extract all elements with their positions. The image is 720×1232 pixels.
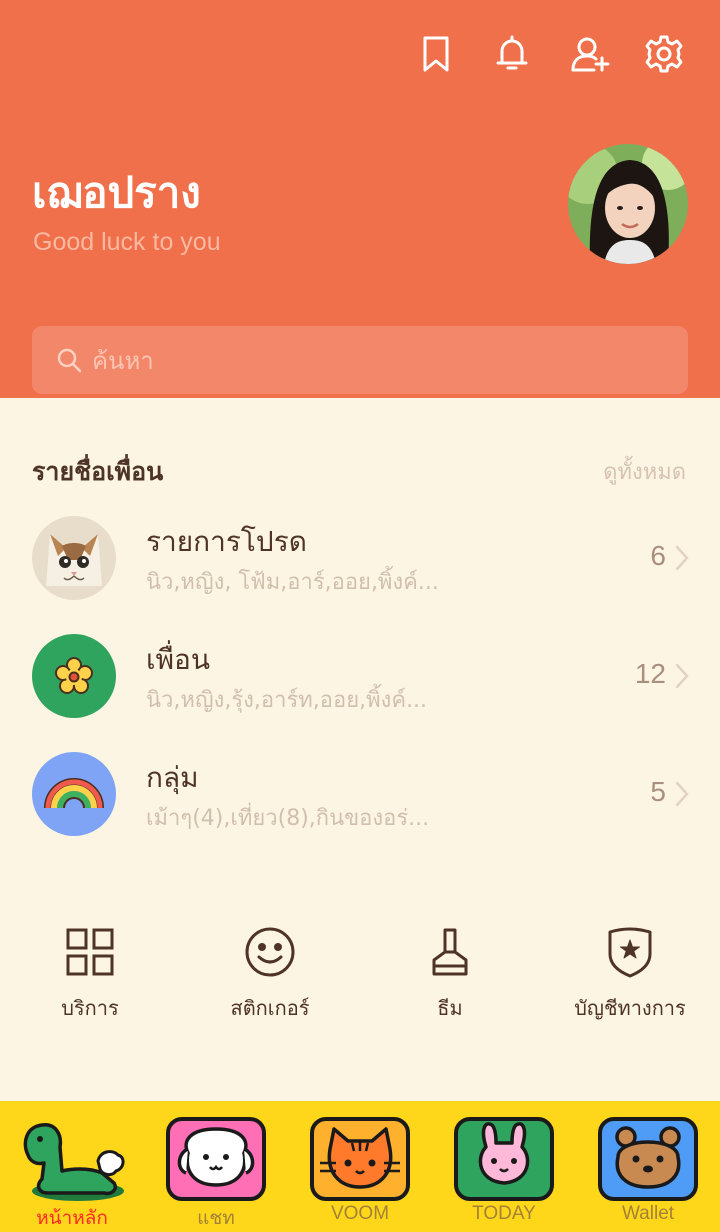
tab-wallet-label: Wallet <box>621 1203 675 1224</box>
list-item-title: กลุ่ม <box>146 761 199 794</box>
tab-chat[interactable]: แชท <box>144 1101 288 1232</box>
bear-icon <box>598 1117 698 1201</box>
tab-voom[interactable]: VOOM <box>288 1101 432 1232</box>
official-accounts-label: บัญชีทางการ <box>574 996 686 1020</box>
rainbow-icon <box>32 752 116 836</box>
list-item-title: รายการโปรด <box>146 525 307 558</box>
brush-icon <box>432 928 468 976</box>
profile-name[interactable]: เฌอปราง <box>32 160 201 226</box>
search-placeholder: ค้นหา <box>92 346 154 375</box>
tab-chat-label: แชท <box>197 1208 235 1229</box>
themes-button[interactable]: ธีม <box>360 924 540 1034</box>
list-item-subtitle: เม้าๆ(4),เที่ยว(8),กินของอร่... <box>146 806 430 831</box>
tab-wallet[interactable]: Wallet <box>576 1101 720 1232</box>
tab-today[interactable]: TODAY <box>432 1101 576 1232</box>
grid-icon <box>66 928 114 976</box>
list-item-subtitle: นิว,หญิง, โฟ้ม,อาร์,ออย,พิ้งค์... <box>146 570 439 595</box>
list-item-title: เพื่อน <box>146 643 210 676</box>
bunny-icon <box>454 1117 554 1201</box>
flower-icon <box>32 634 116 718</box>
official-badge-icon <box>608 927 652 978</box>
bookmark-icon[interactable] <box>414 32 458 76</box>
search-bar[interactable]: ค้นหา <box>32 326 688 394</box>
official-accounts-button[interactable]: บัญชีทางการ <box>540 924 720 1034</box>
services-label: บริการ <box>61 996 119 1020</box>
stickers-label: สติกเกอร์ <box>230 996 310 1020</box>
list-item-groups[interactable]: กลุ่ม เม้าๆ(4),เที่ยว(8),กินของอร่... 5 <box>0 752 720 852</box>
profile-status-message[interactable]: Good luck to you <box>33 228 221 257</box>
tab-today-label: TODAY <box>472 1203 536 1224</box>
tab-voom-label: VOOM <box>330 1203 390 1224</box>
tab-home[interactable]: หน้าหลัก <box>0 1101 144 1232</box>
puppy-icon <box>166 1117 266 1201</box>
dino-icon <box>23 1123 125 1201</box>
smiley-icon <box>245 927 295 977</box>
friends-section-title: รายชื่อเพื่อน <box>32 457 164 486</box>
stickers-button[interactable]: สติกเกอร์ <box>180 924 360 1034</box>
gear-icon[interactable] <box>642 32 686 76</box>
bell-icon[interactable] <box>490 32 534 76</box>
bottom-tab-bar: หน้าหลัก แชท VOOM TODAY Wallet <box>0 1101 720 1232</box>
see-all-link[interactable]: ดูทั้งหมด <box>603 454 686 489</box>
services-button[interactable]: บริการ <box>0 924 180 1034</box>
search-icon <box>57 348 82 373</box>
list-item-count: 6 <box>650 540 666 571</box>
cat-photo <box>32 516 116 600</box>
profile-header: เฌอปราง Good luck to you ค้นหา <box>0 0 720 398</box>
tab-home-label: หน้าหลัก <box>36 1207 108 1229</box>
list-item-friends[interactable]: เพื่อน นิว,หญิง,รุ้ง,อาร์ท,ออย,พิ้งค์...… <box>0 634 720 734</box>
chevron-right-icon <box>675 663 689 689</box>
add-friend-icon[interactable] <box>568 32 612 76</box>
list-item-count: 5 <box>650 776 666 807</box>
list-item-subtitle: นิว,หญิง,รุ้ง,อาร์ท,ออย,พิ้งค์... <box>146 688 428 713</box>
list-item-count: 12 <box>634 658 666 689</box>
themes-label: ธีม <box>437 996 463 1020</box>
chevron-right-icon <box>675 781 689 807</box>
profile-avatar[interactable] <box>568 144 688 264</box>
list-item-favorites[interactable]: รายการโปรด นิว,หญิง, โฟ้ม,อาร์,ออย,พิ้งค… <box>0 516 720 616</box>
chevron-right-icon <box>675 545 689 571</box>
cat-icon <box>310 1117 410 1201</box>
